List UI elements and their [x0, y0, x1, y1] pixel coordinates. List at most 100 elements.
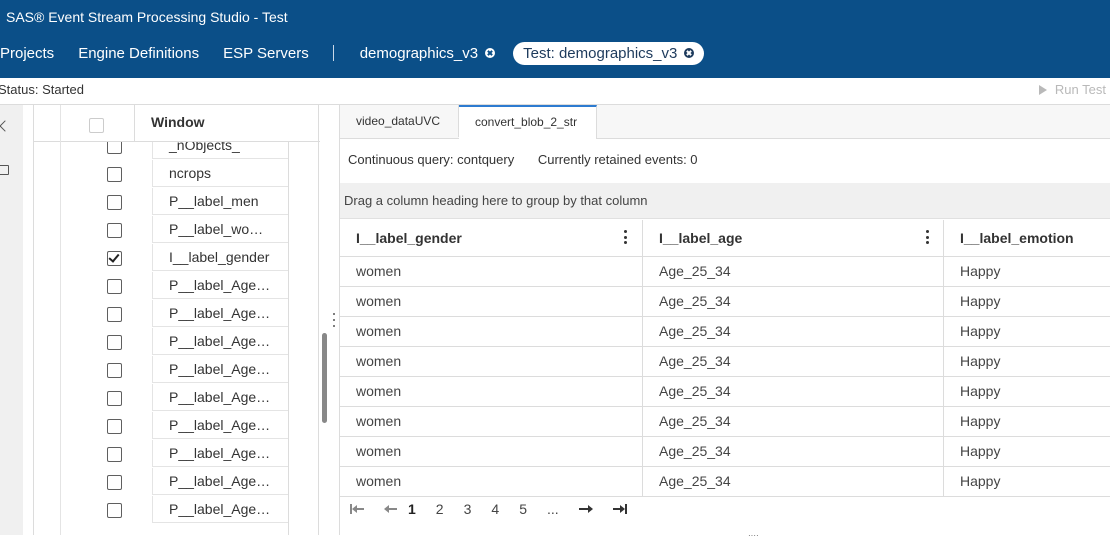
column-header-label: I__label_emotion [960, 230, 1074, 246]
doc-tab-label: Test: demographics_v3 [523, 44, 678, 62]
window-checkbox[interactable] [107, 391, 122, 406]
doc-tab-test-demographics[interactable]: Test: demographics_v3 [513, 41, 705, 65]
window-list-item[interactable]: P__label_Age… [34, 468, 320, 496]
close-icon[interactable] [485, 48, 496, 58]
column-header-label: I__label_gender [356, 230, 462, 246]
window-list-item[interactable]: P__label_Age… [34, 272, 320, 300]
window-checkbox[interactable] [107, 279, 122, 294]
table-row[interactable]: women Age_25_34 Happy [340, 437, 1110, 467]
tab-video-datauvc[interactable]: video_dataUVC [340, 105, 459, 137]
window-checkbox[interactable] [107, 447, 122, 462]
column-header-emotion[interactable]: I__label_emotion [944, 220, 1110, 256]
table-cell: Happy [960, 293, 1001, 309]
events-grid: I__label_gender I__label_age I__label_em… [340, 220, 1110, 497]
nav-projects[interactable]: Projects [0, 45, 54, 62]
page-number[interactable]: 5 [519, 501, 527, 517]
column-menu-icon[interactable] [624, 230, 627, 244]
window-name: P__label_Age… [152, 440, 288, 467]
window-list-item[interactable]: P__label_men [34, 188, 320, 216]
column-divider [60, 105, 61, 535]
next-page-button[interactable] [578, 504, 593, 514]
window-list-item[interactable]: ncrops [34, 160, 320, 188]
first-page-button[interactable] [350, 504, 364, 514]
doc-tab-demographics[interactable]: demographics_v3 [360, 45, 496, 62]
status-bar: Status: Started Run Test [0, 78, 1110, 105]
window-list-item[interactable]: P__label_Age… [34, 328, 320, 356]
grid-header: I__label_gender I__label_age I__label_em… [340, 220, 1110, 257]
main-nav: Projects Engine Definitions ESP Servers … [0, 36, 722, 70]
nav-engine-definitions[interactable]: Engine Definitions [78, 45, 199, 62]
table-row[interactable]: women Age_25_34 Happy [340, 317, 1110, 347]
window-name: P__label_wo… [152, 216, 288, 243]
window-list: _nObjects_ ncrops P__label_men P__label_wo…… [34, 132, 320, 524]
window-checkbox[interactable] [107, 335, 122, 350]
query-info: Continuous query: contquery Currently re… [348, 152, 718, 167]
window-checkbox[interactable] [107, 307, 122, 322]
table-row[interactable]: women Age_25_34 Happy [340, 287, 1110, 317]
window-checkbox[interactable] [107, 475, 122, 490]
table-cell: Age_25_34 [643, 257, 944, 286]
window-name: I__label_gender [152, 244, 288, 271]
window-checkbox[interactable] [107, 223, 122, 238]
panel-icon[interactable] [0, 165, 9, 175]
window-list-item[interactable]: P__label_Age… [34, 300, 320, 328]
status-text: Status: Started [0, 82, 84, 97]
table-cell: Age_25_34 [643, 437, 944, 466]
select-all-checkbox[interactable] [89, 118, 104, 133]
prev-page-button[interactable] [384, 504, 398, 514]
page-number[interactable]: 1 [408, 501, 416, 517]
page-number[interactable]: 2 [436, 501, 444, 517]
table-cell: Happy [960, 263, 1001, 279]
window-list-item[interactable]: P__label_Age… [34, 412, 320, 440]
table-cell: Age_25_34 [643, 407, 944, 436]
tab-convert-blob[interactable]: convert_blob_2_str [459, 105, 597, 139]
window-name: P__label_Age… [152, 496, 288, 523]
run-test-button[interactable]: Run Test [1038, 82, 1106, 97]
table-cell: women [340, 287, 643, 316]
window-checkbox[interactable] [107, 251, 122, 266]
table-row[interactable]: women Age_25_34 Happy [340, 407, 1110, 437]
column-header-age[interactable]: I__label_age [643, 220, 944, 256]
window-list-item[interactable]: I__label_gender [34, 244, 320, 272]
table-cell: Age_25_34 [643, 347, 944, 376]
nav-esp-servers[interactable]: ESP Servers [223, 45, 309, 62]
window-name: P__label_Age… [152, 272, 288, 299]
window-list-item[interactable]: P__label_Age… [34, 384, 320, 412]
page-number[interactable]: ... [547, 501, 559, 517]
window-checkbox[interactable] [107, 363, 122, 378]
window-list-item[interactable]: P__label_Age… [34, 440, 320, 468]
page-number[interactable]: 4 [491, 501, 499, 517]
table-cell: women [340, 317, 643, 346]
window-checkbox[interactable] [107, 167, 122, 182]
group-by-drop-zone[interactable]: Drag a column heading here to group by t… [340, 183, 1110, 219]
close-icon[interactable] [684, 48, 695, 58]
bottom-resize-handle[interactable]: ···· [748, 531, 759, 540]
column-header-label: I__label_age [659, 230, 743, 246]
window-list-item[interactable]: P__label_Age… [34, 356, 320, 384]
splitter-handle[interactable] [333, 313, 336, 327]
table-row[interactable]: women Age_25_34 Happy [340, 377, 1110, 407]
column-header-gender[interactable]: I__label_gender [340, 220, 643, 256]
window-checkbox[interactable] [107, 503, 122, 518]
column-divider [288, 141, 289, 535]
column-menu-icon[interactable] [926, 230, 929, 244]
window-list-item[interactable]: P__label_wo… [34, 216, 320, 244]
page-numbers: 1 2 3 4 5... [398, 501, 559, 517]
table-cell: Happy [960, 353, 1001, 369]
window-list-panel: _nObjects_ ncrops P__label_men P__label_wo…… [33, 105, 320, 535]
window-column-header: Window [151, 114, 205, 130]
page-number[interactable]: 3 [464, 501, 472, 517]
nav-separator [332, 45, 334, 61]
run-test-label: Run Test [1054, 82, 1106, 97]
last-page-button[interactable] [612, 504, 627, 514]
window-checkbox[interactable] [107, 195, 122, 210]
table-row[interactable]: women Age_25_34 Happy [340, 257, 1110, 287]
scrollbar-thumb[interactable] [322, 333, 327, 423]
table-cell: Happy [960, 383, 1001, 399]
window-list-item[interactable]: P__label_Age… [34, 496, 320, 524]
table-cell: Happy [960, 443, 1001, 459]
window-checkbox[interactable] [107, 419, 122, 434]
table-cell: women [340, 257, 643, 286]
play-icon [1038, 84, 1047, 95]
table-row[interactable]: women Age_25_34 Happy [340, 347, 1110, 377]
